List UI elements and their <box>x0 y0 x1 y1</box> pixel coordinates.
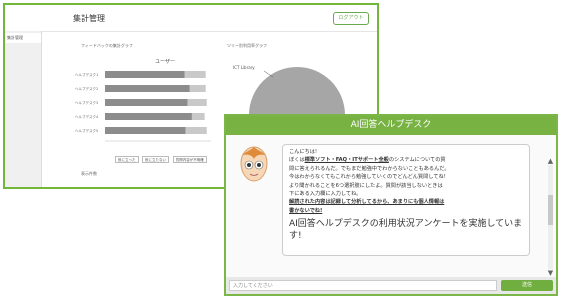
message-line-4: より聞かれることを6つ選択肢にしたよ。質問が該当しないときは <box>289 182 443 189</box>
sidebar: 集計管理 <box>5 31 42 187</box>
chat-title: AI回答ヘルプデスク <box>226 116 556 135</box>
bar-category-label: ヘルプデスク5 <box>75 128 98 133</box>
bar-segment <box>105 127 186 134</box>
bar-panel-title: フィードバックの集計グラフ <box>81 43 133 48</box>
greeting-text: こんにちは! <box>289 149 318 155</box>
chat-input-bar: 入力してください 送信 <box>226 277 556 294</box>
bar-segment <box>105 113 192 120</box>
message-line-1c: のシステムについての質 <box>388 157 446 164</box>
scroll-up-icon[interactable]: ▲ <box>547 157 554 165</box>
legend-item[interactable]: 役に立たない <box>142 156 169 163</box>
message-line-2: 問に答えられるんだ。でもまだ勉強中でわからないこともあるんだ。 <box>289 165 450 172</box>
chat-message-bubble: こんにちは! ぼくは標準ソフト・FAQ・ITサポート全般のシステムについての質 … <box>282 144 530 256</box>
survey-text[interactable]: AI回答ヘルプデスクの利用状況アンケートを実施しています! <box>289 218 523 242</box>
message-warning-1: 解読された内容は記録して分析してるから、あまりにも個人情報は <box>289 199 445 206</box>
dashboard-topbar: 集計管理 ログアウト <box>5 5 377 32</box>
scroll-down-icon[interactable]: ▼ <box>547 269 554 277</box>
bar-segment <box>187 99 207 106</box>
legend-item[interactable]: 質問内容が不明確 <box>172 156 207 163</box>
bar-segment <box>184 71 206 78</box>
bar-segment <box>105 99 188 106</box>
message-line-1: ぼくは標準ソフト・FAQ・ITサポート全般のシステムについての質 <box>289 157 523 164</box>
pie-panel-title: ツリー別利用率グラフ <box>227 43 267 48</box>
bar-segment <box>191 113 205 120</box>
bar-chart: ユーザー ヘルプデスク1 ヘルプデスク2 ヘルプデスク3 ヘルプデスク4 ヘルプデスク5 <box>75 59 211 142</box>
chat-message-input[interactable]: 入力してください <box>229 280 497 291</box>
footer-label: 表示件数 <box>81 171 97 176</box>
bar-segment <box>189 85 206 92</box>
chat-scrollbar[interactable]: ▲ ▼ <box>547 157 554 277</box>
scroll-track[interactable] <box>548 165 553 269</box>
message-line-3: 今はわからなくてもこれから勉強していくのでどんどん質問してね! <box>289 174 446 181</box>
message-line-5: 下にある入力欄に入力してね。 <box>289 191 362 198</box>
bar-category-label: ヘルプデスク1 <box>75 72 98 77</box>
bar-chart-heading: ユーザー <box>155 59 175 65</box>
bar-category-label: ヘルプデスク3 <box>75 100 98 105</box>
page-title: 集計管理 <box>73 14 105 23</box>
mascot-avatar-icon <box>240 146 268 182</box>
logout-button[interactable]: ログアウト <box>333 12 369 25</box>
message-line-1a: ぼくは <box>289 157 305 164</box>
faq-link[interactable]: 標準ソフト・FAQ・ITサポート全般 <box>305 157 389 163</box>
legend-item[interactable]: 役に立った <box>115 156 139 163</box>
bar-segment <box>105 71 185 78</box>
bar-category-label: ヘルプデスク2 <box>75 86 98 91</box>
pie-label-leader <box>263 70 274 78</box>
bar-category-label: ヘルプデスク4 <box>75 114 99 119</box>
chat-body: こんにちは! ぼくは標準ソフト・FAQ・ITサポート全般のシステムについての質 … <box>226 135 556 277</box>
bar-segment <box>105 85 190 92</box>
pie-label: ICT Library <box>233 65 255 70</box>
chat-window: AI回答ヘルプデスク こんにちは! ぼくは標準ソフト・FAQ・ITサポート全般の… <box>224 114 558 296</box>
sidebar-item-summary[interactable]: 集計管理 <box>5 33 41 43</box>
send-button[interactable]: 送信 <box>501 280 553 291</box>
bar-segment <box>185 127 207 134</box>
scroll-thumb[interactable] <box>548 195 553 225</box>
message-warning-2: 書かないでね! <box>289 207 323 214</box>
